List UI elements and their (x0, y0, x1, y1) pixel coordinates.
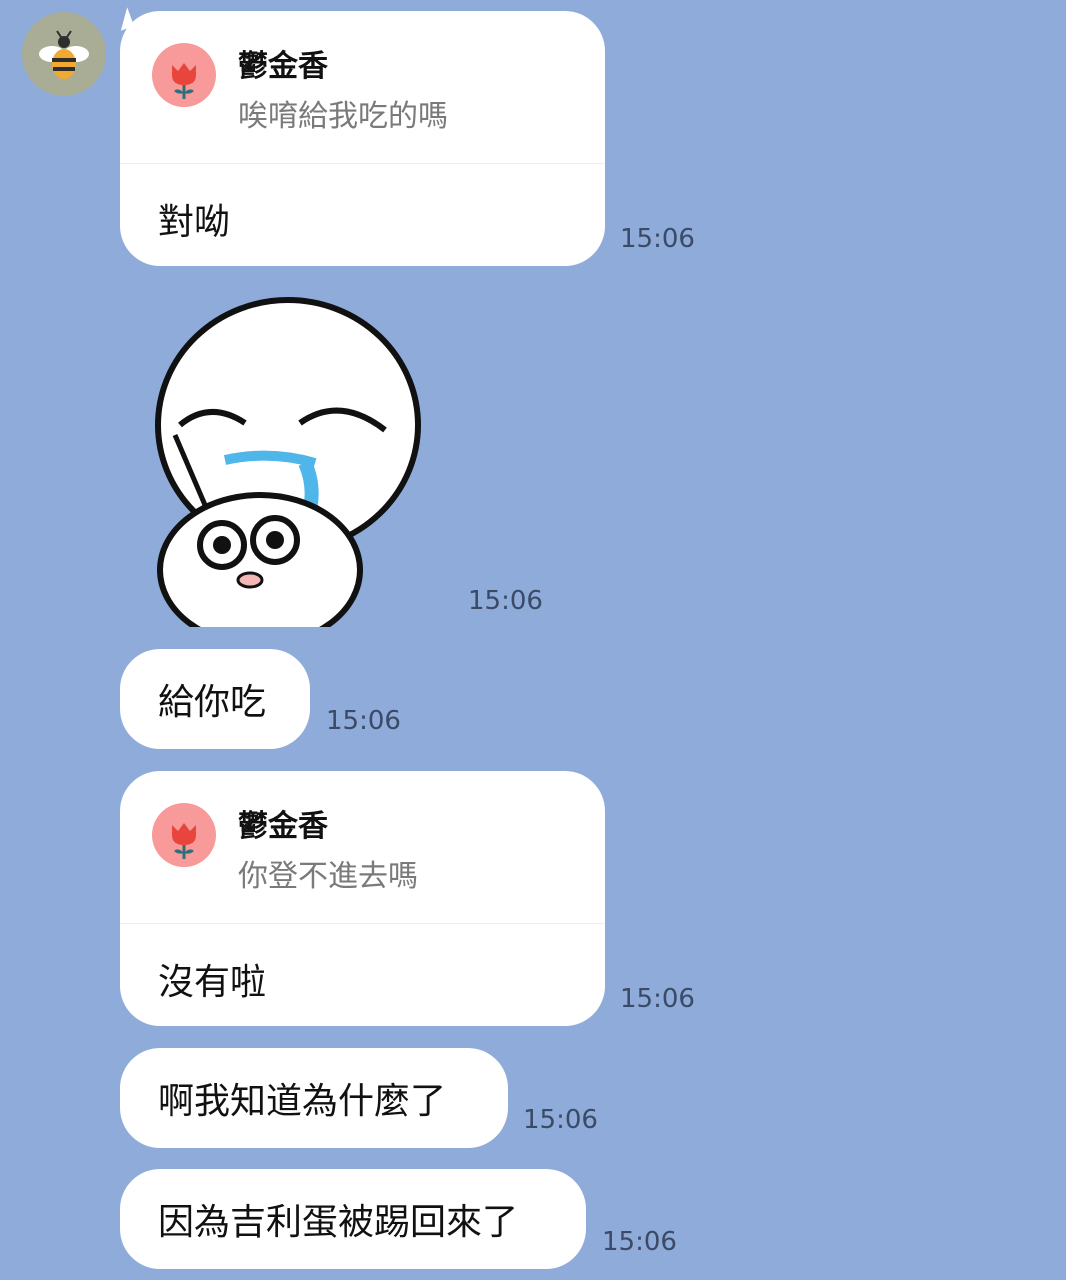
text-message-bubble[interactable]: 給你吃 (120, 649, 310, 749)
message-text: 因為吉利蛋被踢回來了 (158, 1202, 519, 1243)
reply-quoted-text: 你登不進去嗎 (238, 859, 418, 894)
tulip-icon (152, 803, 216, 867)
message-time: 15:06 (620, 224, 695, 254)
message-time: 15:06 (326, 706, 401, 736)
message-time: 15:06 (602, 1227, 677, 1257)
message-text: 沒有啦 (158, 962, 267, 1003)
reply-sender-name: 鬱金香 (238, 809, 328, 844)
reply-quoted-text: 唉唷給我吃的嗎 (238, 99, 448, 134)
message-text: 對呦 (158, 202, 231, 243)
crying-bun-sticker[interactable] (150, 295, 430, 648)
contact-avatar[interactable] (22, 12, 106, 96)
tulip-icon (152, 43, 216, 107)
reply-message-bubble[interactable]: 鬱金香 唉唷給我吃的嗎 對呦 (120, 11, 605, 266)
text-message-bubble[interactable]: 啊我知道為什麼了 (120, 1048, 508, 1148)
message-text: 給你吃 (158, 682, 267, 723)
reply-preview[interactable]: 鬱金香 唉唷給我吃的嗎 (120, 11, 605, 164)
reply-message-bubble[interactable]: 鬱金香 你登不進去嗎 沒有啦 (120, 771, 605, 1026)
message-time: 15:06 (468, 586, 543, 616)
message-time: 15:06 (523, 1105, 598, 1135)
bee-icon (39, 30, 89, 79)
reply-preview[interactable]: 鬱金香 你登不進去嗎 (120, 771, 605, 924)
message-text: 啊我知道為什麼了 (158, 1081, 447, 1122)
reply-sender-name: 鬱金香 (238, 49, 328, 84)
text-message-bubble[interactable]: 因為吉利蛋被踢回來了 (120, 1169, 586, 1269)
message-time: 15:06 (620, 984, 695, 1014)
